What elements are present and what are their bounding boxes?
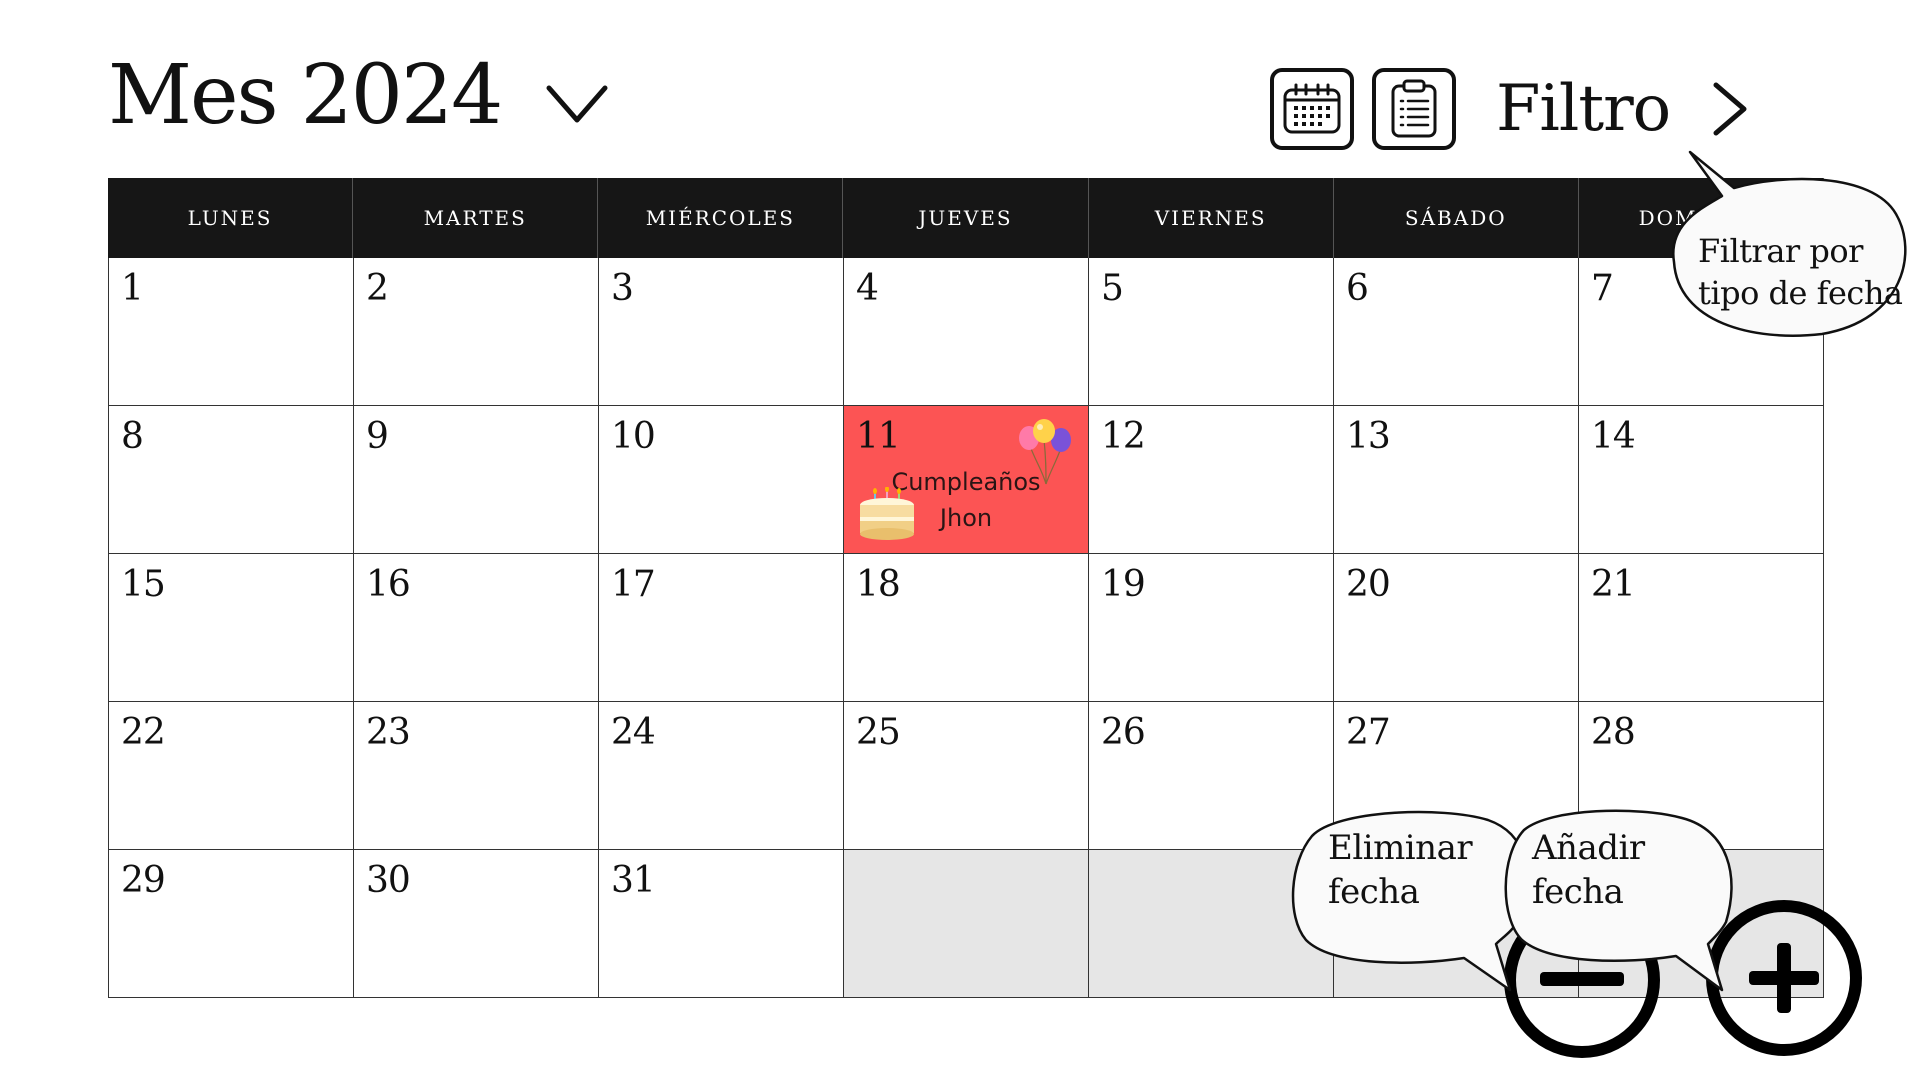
day-cell[interactable]: 18 [844, 554, 1089, 702]
day-number: 2 [366, 268, 389, 309]
tooltip-line: tipo de fecha [1698, 274, 1903, 312]
day-cell[interactable]: 12 [1089, 406, 1334, 554]
day-number: 3 [611, 268, 634, 309]
weekday-label: VIERNES [1089, 178, 1334, 258]
day-cell[interactable]: 29 [109, 850, 354, 998]
day-number: 7 [1591, 268, 1614, 309]
day-number: 17 [611, 564, 656, 605]
day-number: 18 [856, 564, 901, 605]
filter-tooltip: Filtrar por tipo de fecha [1672, 150, 1912, 337]
day-cell[interactable]: 9 [354, 406, 599, 554]
page-title: Mes 2024 [108, 48, 503, 143]
day-cell[interactable]: 3 [599, 258, 844, 406]
month-selector[interactable]: Mes 2024 [108, 48, 609, 143]
day-number: 12 [1101, 416, 1146, 457]
day-cell[interactable]: 10 [599, 406, 844, 554]
clipboard-list-icon [1391, 79, 1437, 138]
day-number: 1 [121, 268, 144, 309]
day-cell[interactable]: 23 [354, 702, 599, 850]
day-number: 10 [611, 416, 656, 457]
add-tooltip: Añadir fecha [1504, 806, 1740, 994]
day-cell[interactable]: 1 [109, 258, 354, 406]
list-view-button[interactable] [1372, 68, 1456, 150]
empty-cell [844, 850, 1089, 998]
day-number: 16 [366, 564, 411, 605]
weekday-label: SÁBADO [1334, 178, 1579, 258]
chevron-right-icon[interactable] [1710, 81, 1750, 137]
tooltip-line: fecha [1532, 872, 1624, 912]
day-number: 15 [121, 564, 166, 605]
day-number: 26 [1101, 712, 1146, 753]
calendar-view-button[interactable] [1270, 68, 1354, 150]
weekday-label: LUNES [108, 178, 354, 258]
day-cell[interactable]: 25 [844, 702, 1089, 850]
day-cell[interactable]: 5 [1089, 258, 1334, 406]
day-cell[interactable]: 17 [599, 554, 844, 702]
day-number: 22 [121, 712, 166, 753]
day-cell-event[interactable]: 11 Cumpleaños Jhon [844, 406, 1089, 554]
day-number: 20 [1346, 564, 1391, 605]
day-cell[interactable]: 21 [1579, 554, 1824, 702]
day-number: 31 [611, 860, 656, 901]
day-cell[interactable]: 19 [1089, 554, 1334, 702]
day-number: 6 [1346, 268, 1369, 309]
day-cell[interactable]: 20 [1334, 554, 1579, 702]
day-cell[interactable]: 8 [109, 406, 354, 554]
calendar-icon [1283, 83, 1341, 134]
weekday-label: MARTES [353, 178, 599, 258]
chevron-down-icon[interactable] [545, 82, 609, 126]
day-cell[interactable]: 2 [354, 258, 599, 406]
tooltip-line: Añadir [1532, 828, 1645, 868]
day-number: 23 [366, 712, 411, 753]
tooltip-line: fecha [1328, 872, 1420, 912]
day-cell[interactable]: 15 [109, 554, 354, 702]
day-number: 24 [611, 712, 656, 753]
tooltip-line: Eliminar [1328, 828, 1473, 868]
day-number: 5 [1101, 268, 1124, 309]
day-number: 30 [366, 860, 411, 901]
filter-label[interactable]: Filtro [1496, 72, 1671, 146]
day-number: 27 [1346, 712, 1391, 753]
day-cell[interactable]: 24 [599, 702, 844, 850]
day-number: 19 [1101, 564, 1146, 605]
tooltip-line: Filtrar por [1698, 232, 1863, 270]
day-cell[interactable]: 13 [1334, 406, 1579, 554]
day-cell[interactable]: 6 [1334, 258, 1579, 406]
day-cell[interactable]: 4 [844, 258, 1089, 406]
weekday-label: JUEVES [843, 178, 1089, 258]
delete-tooltip: Eliminar fecha [1291, 806, 1532, 994]
day-number: 11 [856, 416, 901, 457]
cake-icon [860, 487, 914, 540]
day-number: 21 [1591, 564, 1636, 605]
day-cell[interactable]: 30 [354, 850, 599, 998]
day-cell[interactable]: 14 [1579, 406, 1824, 554]
day-number: 28 [1591, 712, 1636, 753]
plus-icon [1749, 943, 1819, 1013]
day-cell[interactable]: 16 [354, 554, 599, 702]
day-number: 14 [1591, 416, 1636, 457]
day-number: 8 [121, 416, 144, 457]
weekday-label: MIÉRCOLES [598, 178, 844, 258]
day-number: 13 [1346, 416, 1391, 457]
day-cell[interactable]: 22 [109, 702, 354, 850]
toolbar: Filtro [1270, 68, 1750, 150]
day-number: 9 [366, 416, 389, 457]
day-number: 29 [121, 860, 166, 901]
day-cell[interactable]: 31 [599, 850, 844, 998]
weekday-header: LUNES MARTES MIÉRCOLES JUEVES VIERNES SÁ… [108, 178, 1824, 258]
day-number: 4 [856, 268, 879, 309]
day-number: 25 [856, 712, 901, 753]
